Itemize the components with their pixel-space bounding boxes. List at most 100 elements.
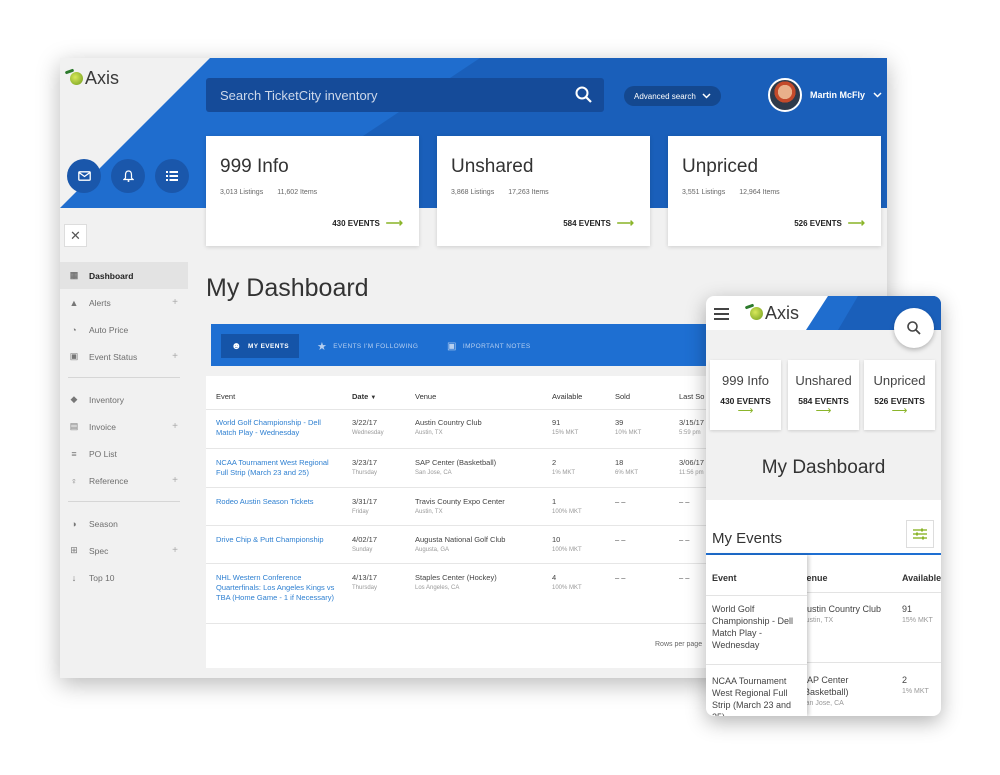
mobile-view: Axis 999 Info 430 EVENTS ⟶ Unshared 584 …	[706, 296, 941, 716]
close-sidebar-button[interactable]: ✕	[64, 224, 87, 247]
axis-logo[interactable]: Axis	[750, 303, 799, 324]
summary-card-unpriced: Unpriced 3,551 Listings 12,964 Items 526 …	[668, 136, 881, 246]
event-link[interactable]: Rodeo Austin Season Tickets	[216, 497, 341, 507]
column-header-sold[interactable]: Sold	[615, 392, 630, 401]
avatar	[768, 78, 802, 112]
mobile-card-unshared[interactable]: Unshared 584 EVENTS ⟶	[788, 360, 859, 430]
column-header-available[interactable]: Available	[552, 392, 582, 401]
summary-card-999-info: 999 Info 3,013 Listings 11,602 Items 430 …	[206, 136, 419, 246]
sidebar-item-season[interactable]: ◑ Season	[60, 510, 188, 537]
card-events-link[interactable]: 526 EVENTS ⟶	[794, 216, 865, 230]
column-header-venue[interactable]: Venue	[415, 392, 436, 401]
event-link[interactable]: World Golf Championship - Dell Match Pla…	[712, 603, 804, 651]
sidebar-item-top-10[interactable]: ↓ Top 10	[60, 564, 188, 591]
divider	[68, 377, 180, 378]
sidebar-item-inventory[interactable]: ◆ Inventory	[60, 386, 188, 413]
card-title: Unshared	[795, 373, 852, 388]
event-available: 91 15% MKT	[552, 418, 579, 436]
sidebar-item-reference[interactable]: ♀ Reference +	[60, 467, 188, 494]
sidebar-item-spec[interactable]: ⊞ Spec +	[60, 537, 188, 564]
search-icon[interactable]	[574, 85, 594, 105]
user-menu[interactable]: Martin McFly	[768, 78, 882, 112]
event-link[interactable]: World Golf Championship - Dell Match Pla…	[216, 418, 336, 438]
sidebar-item-dashboard[interactable]: ▦ Dashboard	[60, 262, 188, 289]
event-last-sold: 3/06/17 11:56 pm	[679, 458, 705, 476]
advanced-search-button[interactable]: Advanced search	[624, 86, 721, 106]
event-sold: – –	[615, 497, 626, 506]
sidebar-item-event-status[interactable]: ▣ Event Status +	[60, 343, 188, 370]
inventory-icon: ◆	[70, 394, 78, 404]
divider	[68, 501, 180, 502]
mobile-event-available: 2 1% MKT	[902, 675, 929, 695]
plus-icon[interactable]: +	[172, 545, 178, 556]
sidebar-item-invoice[interactable]: ▤ Invoice +	[60, 413, 188, 440]
mobile-column-header-available[interactable]: Available	[902, 573, 941, 583]
mobile-column-header-event[interactable]: Event	[712, 573, 737, 583]
card-events-link[interactable]: 584 EVENTS ⟶	[563, 216, 634, 230]
card-title: Unpriced	[682, 156, 759, 177]
card-events-link[interactable]: 430 EVENTS ⟶	[332, 216, 403, 230]
arrow-right-icon: ⟶	[891, 405, 908, 417]
tab-my-events[interactable]: ☻ MY EVENTS	[221, 334, 299, 358]
mobile-card-999-info[interactable]: 999 Info 430 EVENTS ⟶	[710, 360, 781, 430]
card-listings: 3,868 Listings	[451, 189, 495, 196]
event-venue: Augusta National Golf Club Augusta, GA	[415, 535, 506, 553]
event-venue: SAP Center (Basketball) San Jose, CA	[415, 458, 497, 476]
mobile-search-button[interactable]	[894, 308, 934, 348]
event-available: 1 100% MKT	[552, 497, 582, 515]
page-title: My Dashboard	[206, 274, 369, 302]
column-header-last-sold[interactable]: Last So	[679, 392, 704, 401]
plus-icon[interactable]: +	[172, 421, 178, 432]
filter-button[interactable]	[906, 520, 934, 548]
arrow-right-icon: ⟶	[616, 216, 634, 230]
user-name: Martin McFly	[810, 90, 866, 100]
tab-events-following[interactable]: ★ EVENTS I'M FOLLOWING	[307, 334, 428, 358]
chevron-down-icon	[702, 93, 711, 99]
sidebar-item-auto-price[interactable]: ◔ Auto Price	[60, 316, 188, 343]
smile-icon: ☻	[231, 340, 242, 352]
event-sold: – –	[615, 535, 626, 544]
event-venue: Travis County Expo Center Austin, TX	[415, 497, 505, 515]
event-available: 2 1% MKT	[552, 458, 576, 476]
event-link[interactable]: NCAA Tournament West Regional Full Strip…	[216, 458, 341, 478]
card-title: 999 Info	[220, 156, 289, 177]
tab-important-notes[interactable]: ▣ IMPORTANT NOTES	[437, 334, 541, 358]
list-button[interactable]	[155, 159, 189, 193]
star-icon: ★	[317, 340, 328, 353]
sort-down-icon: ▼	[370, 395, 377, 401]
event-date: 4/13/17 Thursday	[352, 573, 378, 591]
mobile-event-venue: Austin Country Club Austin, TX	[801, 604, 882, 624]
notifications-button[interactable]	[111, 159, 145, 193]
invoice-icon: ▤	[69, 421, 79, 431]
plus-icon[interactable]: +	[172, 475, 178, 486]
menu-icon[interactable]	[714, 308, 729, 323]
event-link[interactable]: NHL Western Conference Quarterfinals: Lo…	[216, 573, 341, 603]
divider	[706, 595, 807, 596]
arrow-right-icon: ⟶	[815, 405, 832, 417]
list-icon	[166, 171, 178, 181]
logo-ball-icon	[750, 307, 763, 320]
sidebar-item-alerts[interactable]: ▲ Alerts +	[60, 289, 188, 316]
mobile-card-unpriced[interactable]: Unpriced 526 EVENTS ⟶	[864, 360, 935, 430]
axis-logo[interactable]: Axis	[70, 68, 119, 89]
plus-icon[interactable]: +	[172, 351, 178, 362]
column-header-date[interactable]: Date ▼	[352, 392, 376, 401]
column-header-event[interactable]: Event	[216, 392, 235, 401]
mail-icon	[77, 171, 91, 181]
search-input[interactable]	[206, 78, 566, 112]
search-icon	[907, 321, 921, 335]
event-venue: Staples Center (Hockey) Los Angeles, CA	[415, 573, 497, 591]
mobile-event-available: 91 15% MKT	[902, 604, 933, 624]
messages-button[interactable]	[67, 159, 101, 193]
event-date: 3/23/17 Thursday	[352, 458, 378, 476]
sidebar-item-po-list[interactable]: ≡ PO List	[60, 440, 188, 467]
event-link[interactable]: NCAA Tournament West Regional Full Strip…	[712, 675, 804, 716]
plus-icon[interactable]: +	[172, 297, 178, 308]
grid-icon: ⊞	[70, 545, 78, 555]
mobile-event-venue: SAP Center (Basketball) San Jose, CA	[801, 675, 849, 707]
arrow-right-icon: ⟶	[737, 405, 754, 417]
event-date: 3/22/17 Wednesday	[352, 418, 384, 436]
card-items: 11,602 Items	[277, 189, 318, 196]
sidebar-nav: ▦ Dashboard ▲ Alerts + ◔ Auto Price ▣ Event S…	[60, 262, 188, 591]
event-link[interactable]: Drive Chip & Putt Championship	[216, 535, 341, 545]
